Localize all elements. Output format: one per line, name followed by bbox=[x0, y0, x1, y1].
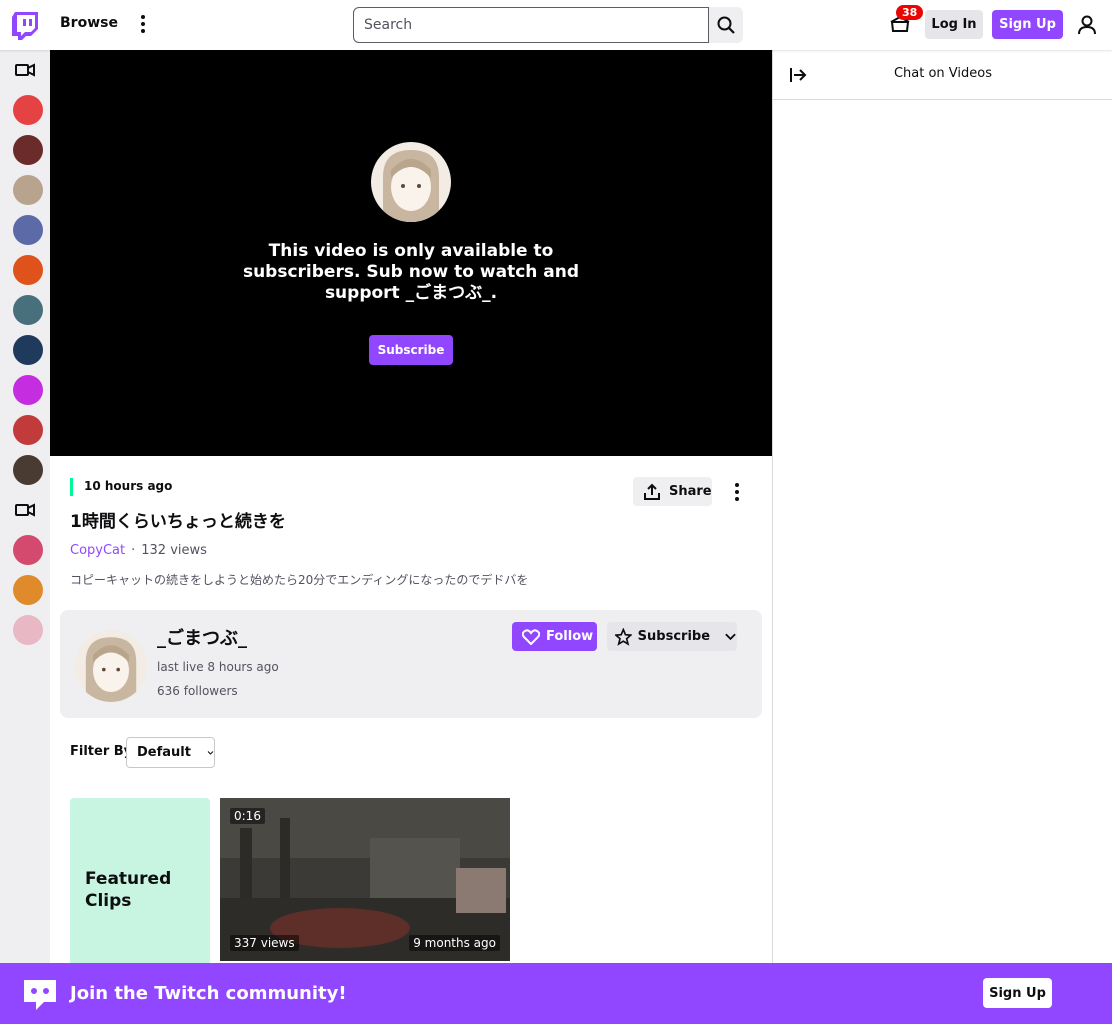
featured-clips-tile: Featured Clips bbox=[70, 798, 210, 964]
channel-avatar[interactable] bbox=[13, 175, 43, 205]
chat-panel: Chat on Videos bbox=[772, 50, 1112, 1024]
star-icon bbox=[615, 627, 632, 646]
channel-avatar[interactable] bbox=[75, 630, 147, 702]
video-description: コピーキャットの続きをしようと始めたら20分でエンディングになったのでデドバを bbox=[70, 573, 529, 587]
follow-label: Follow bbox=[546, 629, 594, 644]
channel-avatar[interactable] bbox=[13, 415, 43, 445]
search-input[interactable] bbox=[353, 7, 709, 43]
search-bar bbox=[353, 7, 743, 43]
clip-age: 9 months ago bbox=[409, 935, 500, 951]
signup-banner: Join the Twitch community! Sign Up bbox=[0, 963, 1112, 1024]
top-nav: Browse 38 Log In Sign Up bbox=[0, 0, 1112, 50]
subscribe-label: Subscribe bbox=[637, 629, 711, 644]
category-link[interactable]: CopyCat bbox=[70, 543, 125, 558]
clip-views: 337 views bbox=[230, 935, 299, 951]
channel-name[interactable]: _ごまつぶ_ bbox=[157, 624, 247, 650]
banner-text: Join the Twitch community! bbox=[70, 983, 347, 1004]
channel-avatar[interactable] bbox=[13, 135, 43, 165]
share-icon bbox=[644, 483, 660, 500]
signup-button[interactable]: Sign Up bbox=[992, 10, 1063, 39]
channel-avatar[interactable] bbox=[13, 95, 43, 125]
video-meta: CopyCat · 132 views bbox=[70, 543, 207, 558]
clip-duration: 0:16 bbox=[230, 808, 265, 824]
video-time-ago: 10 hours ago bbox=[70, 478, 172, 496]
filter-label: Filter By bbox=[70, 744, 133, 759]
chevron-down-icon bbox=[725, 633, 736, 640]
side-nav bbox=[0, 50, 50, 1024]
channel-avatar bbox=[371, 142, 451, 222]
channel-avatar[interactable] bbox=[13, 535, 43, 565]
channel-avatar[interactable] bbox=[13, 255, 43, 285]
filter-selected-value: Default bbox=[137, 745, 191, 760]
share-button[interactable]: Share bbox=[633, 477, 712, 506]
glitch-mascot-icon bbox=[20, 976, 60, 1014]
video-camera-icon bbox=[15, 500, 35, 520]
separator-dot: · bbox=[131, 543, 136, 558]
channel-avatar[interactable] bbox=[13, 575, 43, 605]
twitch-logo-icon[interactable] bbox=[12, 12, 38, 40]
search-button[interactable] bbox=[709, 7, 743, 43]
follower-count: 636 followers bbox=[157, 684, 238, 698]
filter-dropdown[interactable]: Default bbox=[126, 737, 215, 768]
video-player[interactable]: This video is only available to subscrib… bbox=[50, 50, 772, 456]
channel-avatar[interactable] bbox=[13, 295, 43, 325]
chat-title: Chat on Videos bbox=[893, 66, 993, 81]
channel-avatar[interactable] bbox=[13, 335, 43, 365]
featured-clips-label: Featured Clips bbox=[85, 869, 172, 911]
chat-header: Chat on Videos bbox=[773, 50, 1112, 100]
more-options-icon[interactable] bbox=[132, 12, 154, 36]
channel-avatar[interactable] bbox=[13, 215, 43, 245]
chevron-down-icon bbox=[207, 750, 214, 755]
video-camera-icon bbox=[15, 60, 35, 80]
video-more-options-icon[interactable] bbox=[728, 480, 746, 504]
user-menu-icon[interactable] bbox=[1077, 14, 1097, 36]
subscribe-button[interactable]: Subscribe bbox=[607, 622, 737, 651]
channel-avatar[interactable] bbox=[13, 455, 43, 485]
channel-avatar[interactable] bbox=[13, 615, 43, 645]
view-count: 132 views bbox=[141, 543, 207, 558]
video-title: 1時間くらいちょっと続きを bbox=[70, 512, 286, 532]
player-subscribe-button[interactable]: Subscribe bbox=[369, 335, 453, 365]
follow-button[interactable]: Follow bbox=[512, 622, 597, 651]
login-button[interactable]: Log In bbox=[925, 10, 983, 39]
heart-icon bbox=[522, 628, 540, 645]
browse-link[interactable]: Browse bbox=[60, 15, 118, 31]
subscriber-only-message: This video is only available to subscrib… bbox=[242, 241, 580, 303]
last-live: last live 8 hours ago bbox=[157, 660, 279, 674]
share-label: Share bbox=[669, 484, 712, 499]
search-icon bbox=[717, 16, 735, 34]
channel-avatar[interactable] bbox=[13, 375, 43, 405]
clip-card[interactable]: 0:16 337 views 9 months ago bbox=[220, 798, 510, 961]
banner-signup-button[interactable]: Sign Up bbox=[983, 978, 1052, 1008]
notification-count-badge: 38 bbox=[896, 5, 924, 20]
channel-card: _ごまつぶ_ last live 8 hours ago 636 followe… bbox=[60, 610, 762, 718]
